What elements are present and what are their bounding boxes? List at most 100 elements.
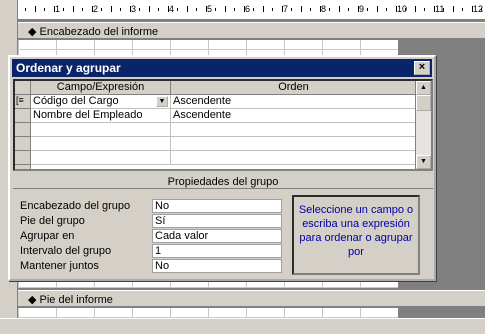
ruler-corner	[0, 0, 18, 20]
table-row[interactable]: Código del Cargo ▼ Ascendente	[31, 95, 417, 109]
ruler-tick	[35, 6, 36, 12]
ruler-number: 8	[321, 4, 327, 14]
group-properties-title: Propiedades del grupo	[13, 175, 433, 189]
ruler-tick	[377, 6, 378, 12]
table-row[interactable]	[31, 123, 417, 137]
ruler-number: 2	[93, 4, 99, 14]
ruler-tick	[73, 6, 74, 12]
ruler-tick	[472, 6, 473, 12]
ruler-tick	[120, 8, 121, 11]
ruler-tick	[149, 6, 150, 12]
ruler-tick	[329, 8, 330, 11]
ruler-tick	[282, 6, 283, 12]
table-row[interactable]: Nombre del Empleado Ascendente	[31, 109, 417, 123]
close-icon: ×	[418, 61, 426, 73]
scroll-up-button[interactable]: ▲	[416, 81, 431, 95]
property-label-keep-together: Mantener juntos	[20, 260, 99, 272]
ruler-tick	[462, 8, 463, 11]
row-selector[interactable]	[15, 123, 31, 137]
close-button[interactable]: ×	[414, 61, 430, 75]
row-selector[interactable]	[15, 109, 31, 123]
triangle-down-icon: ▼	[420, 158, 427, 165]
ruler-tick	[348, 8, 349, 11]
ruler-tick	[263, 6, 264, 12]
table-row[interactable]	[31, 151, 417, 165]
grid-vertical-scrollbar[interactable]: ▲ ▼	[415, 81, 431, 169]
property-label-group-interval: Intervalo del grupo	[20, 245, 112, 257]
ruler-tick	[63, 8, 64, 11]
ruler-tick	[396, 6, 397, 12]
field-cell[interactable]	[31, 123, 171, 137]
ruler-tick	[187, 6, 188, 12]
group-on-field[interactable]: Cada valor	[152, 229, 282, 243]
ruler-number: 1	[55, 4, 61, 14]
ruler-tick	[405, 8, 406, 11]
ruler-tick	[206, 6, 207, 12]
order-cell[interactable]: Ascendente	[171, 95, 417, 109]
property-label-group-on: Agrupar en	[20, 230, 75, 242]
keep-together-field[interactable]: No	[152, 259, 282, 273]
ruler-number: 7	[283, 4, 289, 14]
ruler-number: 4	[169, 4, 175, 14]
ruler-tick	[196, 8, 197, 11]
row-selector[interactable]: [≡	[15, 95, 31, 109]
report-footer-bar[interactable]: ◆ Pie del informe	[18, 290, 485, 307]
ruler-tick	[139, 8, 140, 11]
ruler-tick	[101, 8, 102, 11]
ruler-number: 5	[207, 4, 213, 14]
section-marker-icon: ◆	[28, 26, 37, 38]
dialog-title: Ordenar y agrupar	[16, 61, 121, 75]
ruler-tick	[434, 6, 435, 12]
row-selector[interactable]	[15, 165, 31, 169]
ruler-tick	[168, 6, 169, 12]
scroll-thumb[interactable]	[416, 95, 431, 111]
ruler-tick	[481, 8, 482, 11]
dropdown-button[interactable]: ▼	[156, 96, 168, 107]
scroll-down-button[interactable]: ▼	[416, 155, 431, 169]
ruler-tick	[291, 8, 292, 11]
ruler-tick	[358, 6, 359, 12]
table-row[interactable]	[31, 137, 417, 151]
ruler-tick	[54, 6, 55, 12]
ruler-tick	[92, 6, 93, 12]
ruler-tick	[25, 8, 26, 11]
ruler-tick	[234, 8, 235, 11]
ruler-tick	[44, 8, 45, 11]
report-header-bar[interactable]: ◆ Encabezado del informe	[18, 22, 485, 39]
field-cell[interactable]: Código del Cargo ▼	[31, 95, 171, 109]
ruler-tick	[320, 6, 321, 12]
ruler-tick	[424, 8, 425, 11]
ruler-tick	[111, 6, 112, 12]
group-footer-field[interactable]: Sí	[152, 214, 282, 228]
order-cell[interactable]: Ascendente	[171, 109, 417, 123]
ruler-tick	[415, 6, 416, 12]
ruler-tick	[367, 8, 368, 11]
report-footer-label: ◆ Pie del informe	[28, 294, 113, 306]
group-interval-field[interactable]: 1	[152, 244, 282, 258]
dialog-titlebar[interactable]: Ordenar y agrupar ×	[12, 59, 432, 77]
group-header-field[interactable]: No	[152, 199, 282, 213]
row-selector[interactable]	[15, 137, 31, 151]
property-label-group-footer: Pie del grupo	[20, 215, 85, 227]
ruler-tick	[253, 8, 254, 11]
ruler-tick	[453, 6, 454, 12]
field-cell[interactable]	[31, 151, 171, 165]
field-cell[interactable]: Nombre del Empleado	[31, 109, 171, 123]
ruler-tick	[244, 6, 245, 12]
column-header-order[interactable]: Orden	[171, 81, 417, 95]
ruler-number: 9	[359, 4, 365, 14]
ruler-tick	[339, 6, 340, 12]
help-text: Seleccione un campo o escriba una expres…	[292, 195, 420, 275]
row-selector[interactable]	[15, 151, 31, 165]
section-marker-icon: ◆	[28, 294, 37, 306]
report-header-label: ◆ Encabezado del informe	[28, 26, 159, 38]
property-label-group-header: Encabezado del grupo	[20, 200, 131, 212]
grouping-icon: [≡	[16, 95, 24, 105]
column-header-field[interactable]: Campo/Expresión	[31, 81, 171, 95]
ruler-tick	[301, 6, 302, 12]
report-footer-canvas[interactable]	[18, 308, 398, 318]
field-cell[interactable]	[31, 137, 171, 151]
ruler-tick	[130, 6, 131, 12]
ruler-tick	[443, 8, 444, 11]
horizontal-scrollbar[interactable]	[0, 318, 485, 334]
